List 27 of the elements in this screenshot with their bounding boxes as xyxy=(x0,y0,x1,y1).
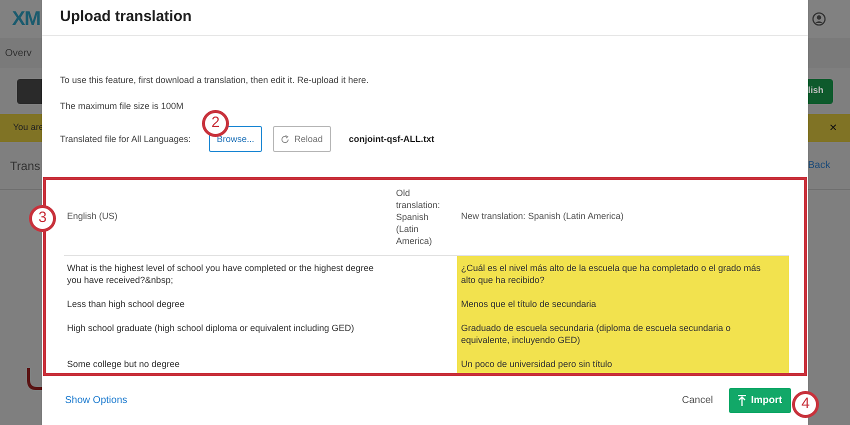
file-name: conjoint-qsf-ALL.txt xyxy=(348,132,434,146)
reload-button[interactable]: Reload xyxy=(273,126,331,152)
page-heading: Trans xyxy=(10,158,40,174)
logo: XM xyxy=(12,7,40,32)
column-header: Old translation: Spanish (Latin America) xyxy=(396,187,442,248)
source-cell: Less than high school degree xyxy=(67,298,185,309)
user-icon xyxy=(812,12,826,26)
translation-cell: Graduado de escuela secundaria (diploma de escuela secundaria o equivalente, incluyendo GED) xyxy=(457,316,789,352)
translation-cell: Menos que el título de secundaria xyxy=(457,292,789,316)
source-cell: Some college but no degree xyxy=(67,358,180,369)
upload-icon xyxy=(738,395,746,406)
column-header: New translation: Spanish (Latin America) xyxy=(461,210,624,224)
dialog-title: Upload translation xyxy=(60,7,192,28)
close-icon: ✕ xyxy=(829,120,837,136)
nav-tab-label: Overv xyxy=(5,46,32,60)
translation-cell: ¿Cuál es el nivel más alto de la escuela que ha completado o el grado más alto que ha recibido? xyxy=(457,256,789,292)
translation-cell: Un poco de universidad pero sin título xyxy=(457,352,789,374)
cancel-button[interactable]: Cancel xyxy=(682,393,713,408)
instruction-text: The maximum file size is 100M xyxy=(60,100,185,113)
reload-icon xyxy=(281,134,290,144)
source-cell: High school graduate (high school diploma or equivalent including GED) xyxy=(67,322,354,333)
import-button[interactable]: Import xyxy=(729,388,791,414)
column-header: English (US) xyxy=(67,210,118,224)
show-options-link[interactable]: Show Options xyxy=(65,393,128,408)
file-label: Translated file for All Languages: xyxy=(60,132,191,146)
instruction-text: To use this feature, first download a translation, then edit it. Re-upload it here. xyxy=(60,74,370,88)
source-cell: What is the highest level of school you have completed or the highest degree you have received?&nbsp; xyxy=(67,262,374,285)
